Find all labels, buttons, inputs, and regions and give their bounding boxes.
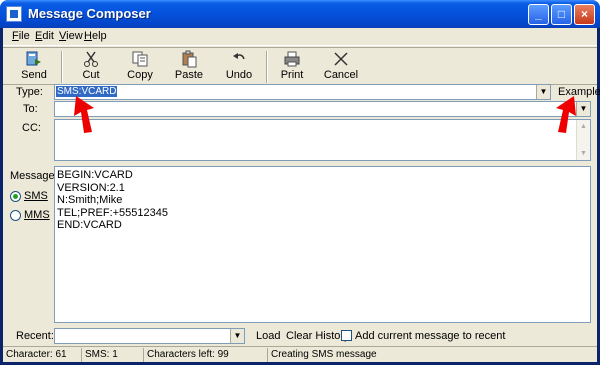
recent-select[interactable]: ▼: [54, 328, 245, 344]
menu-help[interactable]: Help: [84, 30, 107, 42]
paste-icon: [179, 50, 199, 68]
undo-button[interactable]: Undo: [216, 50, 262, 84]
undo-icon: [229, 50, 249, 68]
chevron-down-icon[interactable]: ▼: [230, 329, 244, 343]
minimize-button[interactable]: _: [528, 4, 549, 25]
message-label: Message:: [10, 170, 58, 182]
status-chars-left: Characters left: 99: [143, 348, 267, 362]
add-to-recent-label[interactable]: Add current message to recent: [355, 330, 505, 342]
chevron-down-icon[interactable]: ▼: [536, 85, 550, 99]
client-area: File Edit View Help Send Cut Copy Paste …: [3, 28, 600, 362]
sms-radio[interactable]: [10, 191, 21, 202]
window-title: Message Composer: [28, 6, 151, 21]
title-bar[interactable]: Message Composer _ □ ×: [0, 0, 600, 28]
copy-icon: [130, 50, 150, 68]
menu-edit[interactable]: Edit: [35, 30, 54, 42]
message-body[interactable]: BEGIN:VCARD VERSION:2.1 N:Smith;Mike TEL…: [54, 166, 591, 323]
cc-label: CC:: [22, 122, 41, 134]
load-button[interactable]: Load: [256, 330, 280, 342]
paste-button[interactable]: Paste: [166, 50, 212, 84]
menu-file[interactable]: File: [12, 30, 30, 42]
close-x-icon: [331, 50, 351, 68]
recent-label: Recent:: [16, 330, 54, 342]
toolbar-separator: [61, 51, 63, 83]
menu-file-mnemonic: F: [12, 30, 19, 42]
send-button[interactable]: Send: [11, 50, 57, 84]
status-bar: Character: 61 SMS: 1 Characters left: 99…: [3, 346, 597, 362]
type-select[interactable]: SMS:VCARD ▼: [54, 84, 551, 100]
type-label: Type:: [16, 86, 43, 98]
mms-radio-label[interactable]: MMS: [24, 209, 50, 221]
app-window: Message Composer _ □ × File Edit View He…: [0, 0, 600, 365]
menu-edit-label: dit: [42, 30, 54, 42]
toolbar-separator: [266, 51, 268, 83]
menu-file-label: ile: [18, 30, 30, 42]
menu-view[interactable]: View: [59, 30, 83, 42]
cancel-label: Cancel: [323, 69, 359, 81]
paste-label: Paste: [174, 69, 204, 81]
status-state: Creating SMS message: [267, 348, 597, 362]
annotation-arrow-icon: [74, 96, 94, 133]
status-sms-count: SMS: 1: [81, 348, 143, 362]
menu-help-label: elp: [91, 30, 107, 42]
cc-field[interactable]: ▲ ▼: [54, 119, 591, 161]
mms-radio[interactable]: [10, 210, 21, 221]
toolbar: Send Cut Copy Paste Undo Print Cancel: [3, 47, 597, 85]
menu-help-mnemonic: H: [84, 30, 92, 42]
undo-label: Undo: [225, 69, 253, 81]
menu-view-label: iew: [66, 30, 83, 42]
to-label: To:: [23, 103, 38, 115]
copy-button[interactable]: Copy: [117, 50, 163, 84]
cc-scrollbar[interactable]: ▲ ▼: [576, 120, 590, 160]
close-button[interactable]: ×: [574, 4, 595, 25]
app-icon: [6, 6, 22, 22]
menu-bar: File Edit View Help: [3, 28, 597, 46]
cancel-button[interactable]: Cancel: [318, 50, 364, 84]
print-label: Print: [280, 69, 304, 81]
scroll-up-icon[interactable]: ▲: [577, 120, 590, 133]
sms-radio-label[interactable]: SMS: [24, 190, 48, 202]
add-to-recent-checkbox[interactable]: [341, 330, 352, 341]
printer-icon: [282, 50, 302, 68]
status-characters: Character: 61: [6, 349, 67, 360]
scissors-icon: [81, 50, 101, 68]
to-select[interactable]: ▼: [54, 101, 591, 117]
print-button[interactable]: Print: [269, 50, 315, 84]
annotation-arrow-icon: [556, 96, 576, 133]
chevron-down-icon[interactable]: ▼: [576, 102, 590, 116]
cut-label: Cut: [82, 69, 100, 81]
message-text: BEGIN:VCARD VERSION:2.1 N:Smith;Mike TEL…: [57, 169, 168, 231]
cut-button[interactable]: Cut: [68, 50, 114, 84]
copy-label: Copy: [127, 69, 153, 81]
scroll-down-icon[interactable]: ▼: [577, 147, 590, 160]
maximize-button[interactable]: □: [551, 4, 572, 25]
send-icon: [24, 50, 44, 68]
send-label: Send: [21, 69, 47, 81]
